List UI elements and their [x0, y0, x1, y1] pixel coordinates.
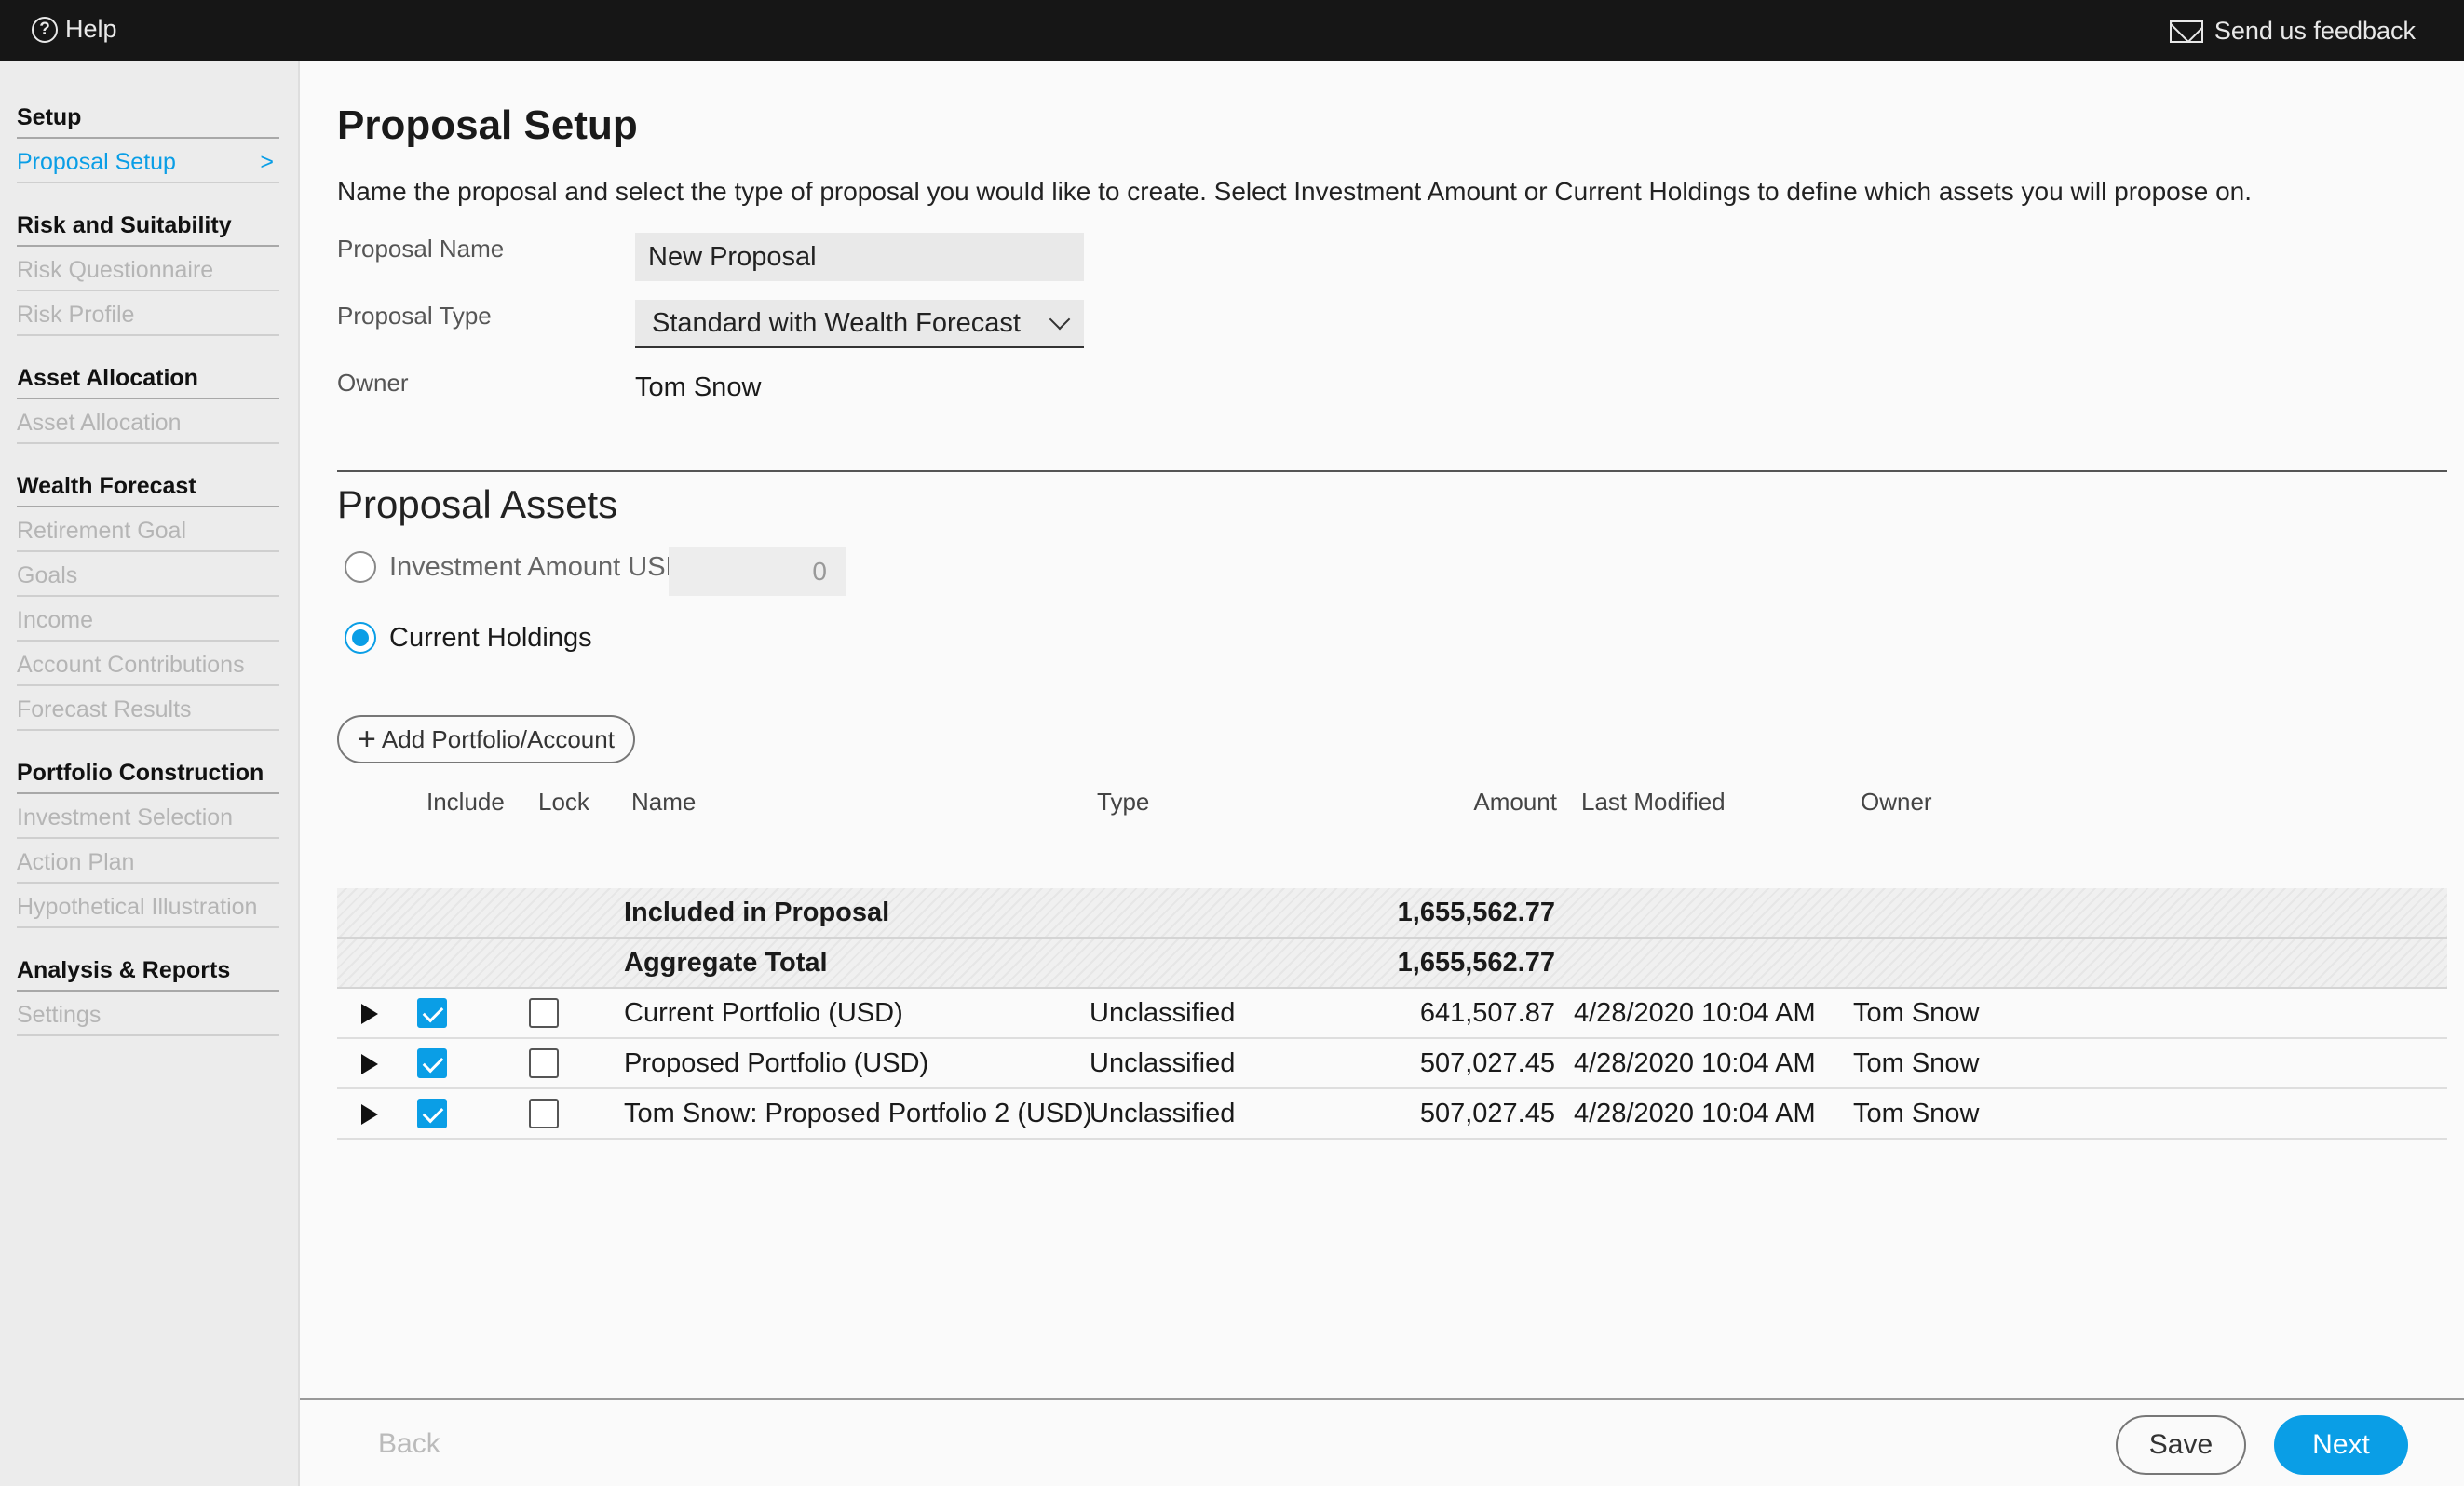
current-holdings-radio[interactable]: [345, 622, 376, 654]
summary-label: Included in Proposal: [624, 898, 890, 927]
sidebar-item-action-plan[interactable]: Action Plan: [17, 849, 279, 884]
send-feedback-link[interactable]: Send us feedback: [2169, 17, 2416, 46]
sidebar-item-risk-questionnaire[interactable]: Risk Questionnaire: [17, 257, 279, 291]
footer-divider: [300, 1398, 2464, 1400]
next-button[interactable]: Next: [2274, 1415, 2408, 1475]
row-name: Proposed Portfolio (USD): [624, 1048, 929, 1078]
plus-icon: +: [358, 721, 376, 757]
expand-arrow-icon[interactable]: [361, 1004, 378, 1024]
proposal-name-label: Proposal Name: [337, 235, 505, 263]
summary-row-included: Included in Proposal 1,655,562.77: [337, 888, 2447, 939]
row-last-modified: 4/28/2020 10:04 AM: [1574, 998, 1816, 1028]
sidebar-heading-asset-allocation: Asset Allocation: [17, 365, 279, 399]
summary-amount: 1,655,562.77: [1397, 948, 1555, 978]
main-content: Proposal Setup Name the proposal and sel…: [300, 61, 2464, 1486]
chevron-right-icon: >: [260, 149, 274, 175]
add-portfolio-account-button[interactable]: + Add Portfolio/Account: [337, 715, 635, 763]
column-header-type[interactable]: Type: [1097, 788, 1149, 817]
row-owner: Tom Snow: [1853, 998, 1980, 1028]
row-type: Unclassified: [1090, 998, 1236, 1028]
proposal-name-input[interactable]: [635, 233, 1084, 281]
section-divider: [337, 470, 2447, 472]
column-header-owner[interactable]: Owner: [1861, 788, 1932, 817]
row-amount: 507,027.45: [1419, 1048, 1555, 1078]
current-holdings-option[interactable]: Current Holdings: [345, 622, 592, 654]
row-name: Tom Snow: Proposed Portfolio 2 (USD): [624, 1099, 1092, 1128]
table-row: Proposed Portfolio (USD) Unclassified 50…: [337, 1039, 2447, 1089]
owner-label: Owner: [337, 369, 409, 397]
feedback-label: Send us feedback: [2214, 17, 2416, 45]
row-last-modified: 4/28/2020 10:04 AM: [1574, 1048, 1816, 1078]
investment-amount-option[interactable]: Investment Amount USD: [345, 551, 685, 583]
investment-amount-input[interactable]: [669, 547, 846, 596]
page-description: Name the proposal and select the type of…: [337, 177, 2253, 206]
sidebar-item-retirement-goal[interactable]: Retirement Goal: [17, 518, 279, 552]
row-last-modified: 4/28/2020 10:04 AM: [1574, 1099, 1816, 1128]
proposal-type-label: Proposal Type: [337, 302, 492, 330]
column-header-amount[interactable]: Amount: [1371, 788, 1557, 817]
back-button[interactable]: Back: [378, 1428, 440, 1460]
sidebar-item-label: Proposal Setup: [17, 149, 176, 175]
sidebar-item-goals[interactable]: Goals: [17, 562, 279, 597]
row-name: Current Portfolio (USD): [624, 998, 903, 1028]
summary-label: Aggregate Total: [624, 948, 828, 978]
sidebar-nav: Setup Proposal Setup > Risk and Suitabil…: [0, 61, 300, 1486]
proposal-assets-title: Proposal Assets: [337, 482, 618, 526]
expand-arrow-icon[interactable]: [361, 1054, 378, 1074]
sidebar-item-hypothetical-illustration[interactable]: Hypothetical Illustration: [17, 894, 279, 928]
column-header-lock: Lock: [538, 788, 589, 816]
sidebar-item-income[interactable]: Income: [17, 607, 279, 642]
sidebar-heading-setup: Setup: [17, 104, 279, 139]
row-type: Unclassified: [1090, 1048, 1236, 1078]
summary-amount: 1,655,562.77: [1397, 898, 1555, 927]
lock-checkbox[interactable]: [529, 1048, 559, 1078]
include-checkbox[interactable]: [417, 1048, 447, 1078]
column-header-last-modified[interactable]: Last Modified: [1581, 788, 1726, 817]
envelope-icon: [2169, 20, 2203, 43]
proposal-type-select[interactable]: Standard with Wealth Forecast: [635, 300, 1084, 348]
page-title: Proposal Setup: [337, 102, 638, 148]
sidebar-item-account-contributions[interactable]: Account Contributions: [17, 652, 279, 686]
sidebar-item-proposal-setup[interactable]: Proposal Setup >: [17, 149, 279, 183]
investment-amount-label: Investment Amount USD: [389, 551, 685, 582]
lock-checkbox[interactable]: [529, 1099, 559, 1128]
sidebar-item-investment-selection[interactable]: Investment Selection: [17, 804, 279, 839]
save-button[interactable]: Save: [2116, 1415, 2246, 1475]
table-row: Tom Snow: Proposed Portfolio 2 (USD) Unc…: [337, 1089, 2447, 1140]
include-checkbox[interactable]: [417, 998, 447, 1028]
sidebar-item-settings[interactable]: Settings: [17, 1002, 279, 1036]
sidebar-heading-analysis-reports: Analysis & Reports: [17, 957, 279, 992]
help-link[interactable]: ? Help: [32, 15, 117, 44]
chevron-down-icon: [1049, 308, 1071, 331]
owner-value: Tom Snow: [635, 372, 762, 402]
row-owner: Tom Snow: [1853, 1099, 1980, 1128]
row-amount: 641,507.87: [1419, 998, 1555, 1028]
column-header-include: Include: [426, 788, 505, 816]
include-checkbox[interactable]: [417, 1099, 447, 1128]
expand-arrow-icon[interactable]: [361, 1104, 378, 1125]
help-label: Help: [65, 15, 117, 43]
column-header-name[interactable]: Name: [631, 788, 696, 817]
sidebar-heading-portfolio-construction: Portfolio Construction: [17, 760, 279, 794]
table-row: Current Portfolio (USD) Unclassified 641…: [337, 989, 2447, 1039]
summary-row-aggregate: Aggregate Total 1,655,562.77: [337, 939, 2447, 989]
proposal-type-value: Standard with Wealth Forecast: [652, 307, 1021, 338]
sidebar-item-forecast-results[interactable]: Forecast Results: [17, 696, 279, 731]
lock-checkbox[interactable]: [529, 998, 559, 1028]
row-owner: Tom Snow: [1853, 1048, 1980, 1078]
sidebar-heading-wealth-forecast: Wealth Forecast: [17, 473, 279, 507]
current-holdings-label: Current Holdings: [389, 622, 592, 653]
help-icon: ?: [32, 16, 58, 43]
sidebar-item-asset-allocation[interactable]: Asset Allocation: [17, 410, 279, 444]
investment-amount-radio[interactable]: [345, 551, 376, 583]
sidebar-heading-risk-and-suitability: Risk and Suitability: [17, 212, 279, 247]
row-type: Unclassified: [1090, 1099, 1236, 1128]
row-amount: 507,027.45: [1419, 1099, 1555, 1128]
sidebar-item-risk-profile[interactable]: Risk Profile: [17, 302, 279, 336]
top-bar: ? Help Send us feedback: [0, 0, 2464, 61]
add-portfolio-account-label: Add Portfolio/Account: [381, 724, 615, 753]
